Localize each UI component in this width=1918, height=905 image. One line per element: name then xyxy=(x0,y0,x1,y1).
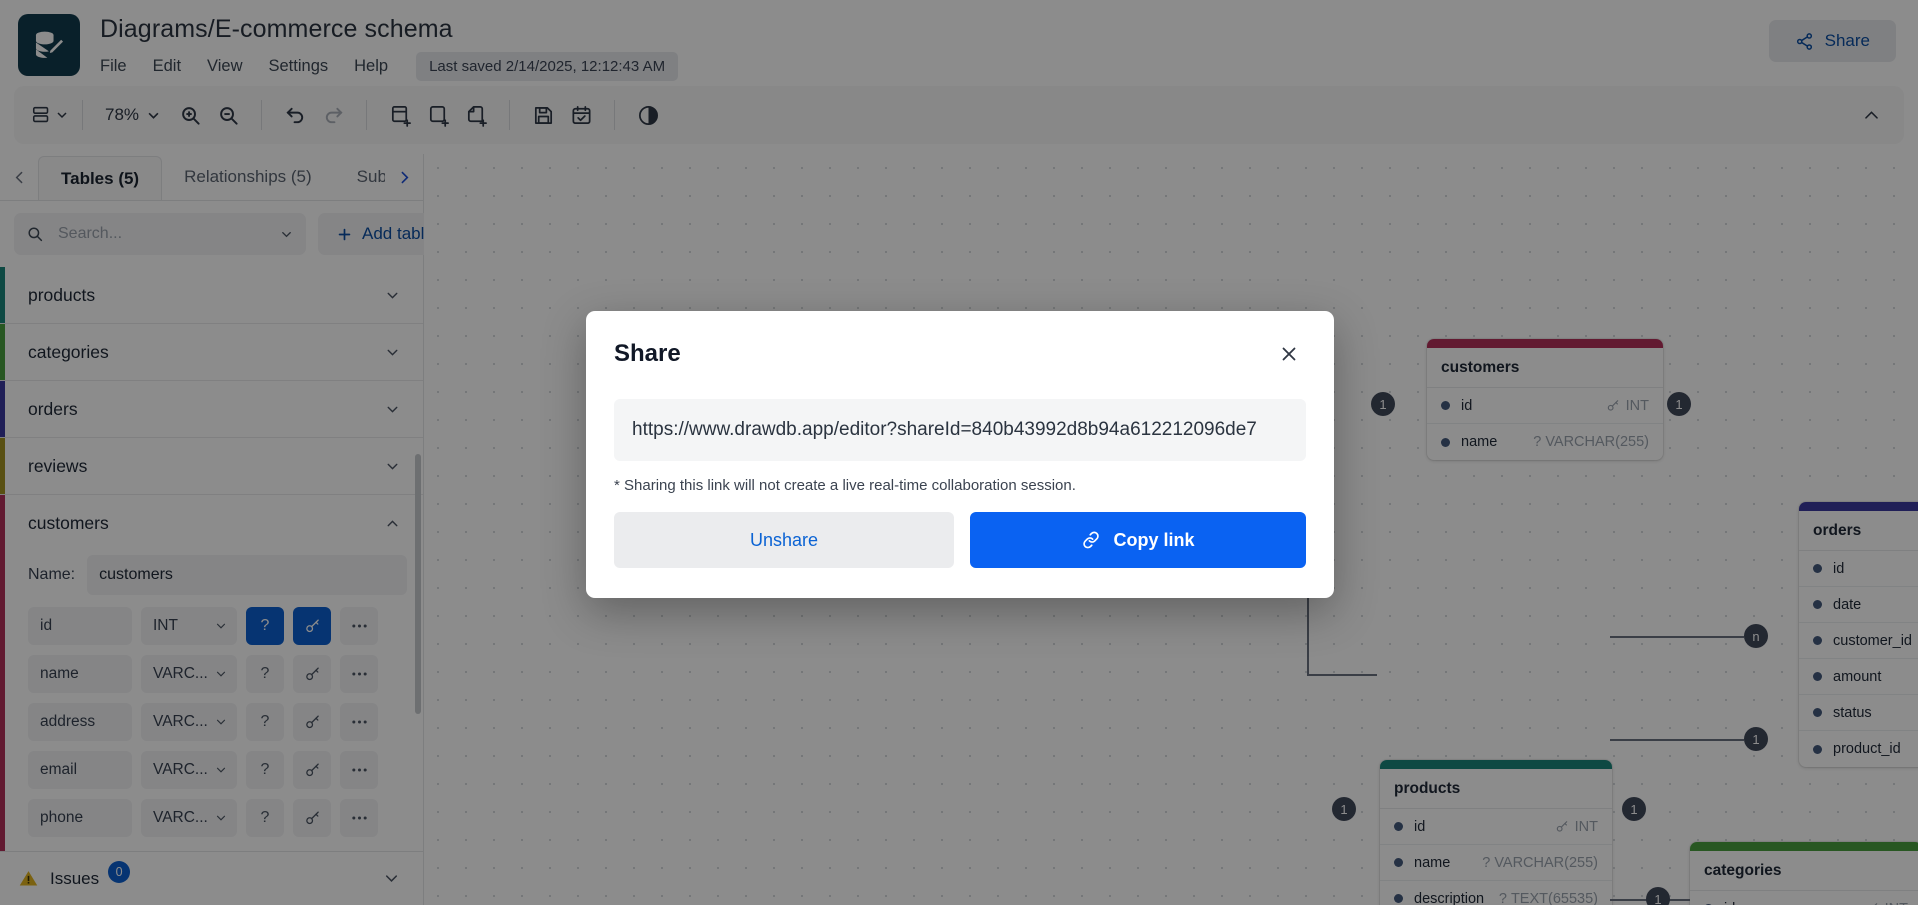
copy-link-label: Copy link xyxy=(1113,529,1195,550)
share-modal: Share https://www.drawdb.app/editor?shar… xyxy=(586,311,1334,598)
share-link-field[interactable]: https://www.drawdb.app/editor?shareId=84… xyxy=(614,399,1306,461)
close-icon xyxy=(1282,347,1296,361)
modal-actions: Unshare Copy link xyxy=(614,512,1306,568)
modal-close-button[interactable] xyxy=(1272,337,1306,371)
app-root: Diagrams/E-commerce schema File Edit Vie… xyxy=(0,0,1918,905)
share-link-value: https://www.drawdb.app/editor?shareId=84… xyxy=(632,419,1257,440)
copy-link-button[interactable]: Copy link xyxy=(970,512,1306,568)
unshare-button[interactable]: Unshare xyxy=(614,512,954,568)
share-note: * Sharing this link will not create a li… xyxy=(614,477,1076,494)
modal-title: Share xyxy=(614,340,681,367)
modal-header: Share xyxy=(614,337,1306,371)
link-icon xyxy=(1083,531,1100,549)
